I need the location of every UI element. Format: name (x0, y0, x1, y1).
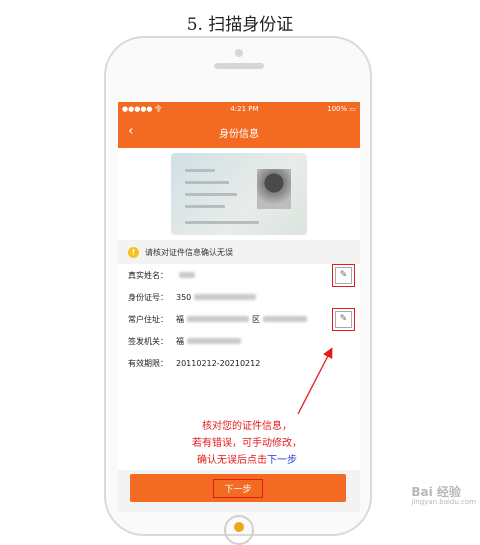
speaker-icon (214, 63, 264, 69)
id-card-preview (118, 148, 360, 240)
annotation-link: 下一步 (267, 455, 297, 466)
address-label: 常户住址： (128, 314, 168, 324)
page-title: 身份信息 (219, 128, 259, 140)
id-photo (257, 169, 291, 209)
edit-name-icon[interactable]: ✎ (332, 264, 355, 287)
annotation-line-2: 若有错误，可手动修改， (192, 438, 302, 449)
verify-notice: ! 请核对证件信息确认无误 (118, 240, 360, 264)
name-label: 真实姓名： (128, 270, 168, 280)
annotation-line-1: 核对您的证件信息， (202, 421, 292, 432)
id-number-label: 身份证号： (128, 292, 168, 302)
battery-indicator: 100% ▭ (327, 105, 356, 113)
address-field[interactable]: 福区 (176, 314, 307, 325)
annotation-note: 核对您的证件信息， 若有错误，可手动修改， 确认无误后点击下一步 (172, 418, 322, 469)
validity-field[interactable]: 20110212-20210212 (176, 359, 260, 368)
issuer-label: 签发机关： (128, 336, 168, 346)
camera-icon (235, 49, 243, 57)
id-number-field[interactable]: 350 (176, 293, 257, 302)
watermark-logo: Bai 经验 jingyan.baidu.com (411, 485, 476, 506)
status-bar: ●●●●● 令 4:21 PM 100% ▭ (118, 102, 360, 116)
warning-icon: ! (128, 246, 139, 258)
validity-row: 有效期限： 20110212-20210212 (118, 352, 360, 374)
next-step-button[interactable]: 下一步 (130, 474, 346, 502)
id-card-image (171, 153, 307, 235)
issuer-field[interactable]: 福 (176, 336, 241, 347)
annotation-line-3: 确认无误后点击下一步 (197, 455, 297, 466)
validity-label: 有效期限： (128, 358, 168, 368)
edit-address-icon[interactable]: ✎ (332, 308, 355, 331)
next-step-label: 下一步 (213, 478, 263, 498)
back-icon[interactable]: ‹ (128, 124, 134, 138)
nav-bar: ‹ 身份信息 (118, 116, 360, 148)
step-caption: 5. 扫描身份证 (186, 15, 294, 35)
home-button-icon[interactable] (224, 515, 254, 545)
id-number-row: 身份证号： 350 (118, 286, 360, 308)
notice-text: 请核对证件信息确认无误 (145, 247, 233, 257)
name-row: 真实姓名： ✎ (118, 264, 360, 287)
status-time: 4:21 PM (230, 105, 259, 113)
address-row: 常户住址： 福区 ✎ (118, 308, 360, 331)
signal-indicator: ●●●●● 令 (122, 105, 162, 113)
name-field[interactable] (176, 272, 195, 278)
issuer-row: 签发机关： 福 (118, 330, 360, 352)
